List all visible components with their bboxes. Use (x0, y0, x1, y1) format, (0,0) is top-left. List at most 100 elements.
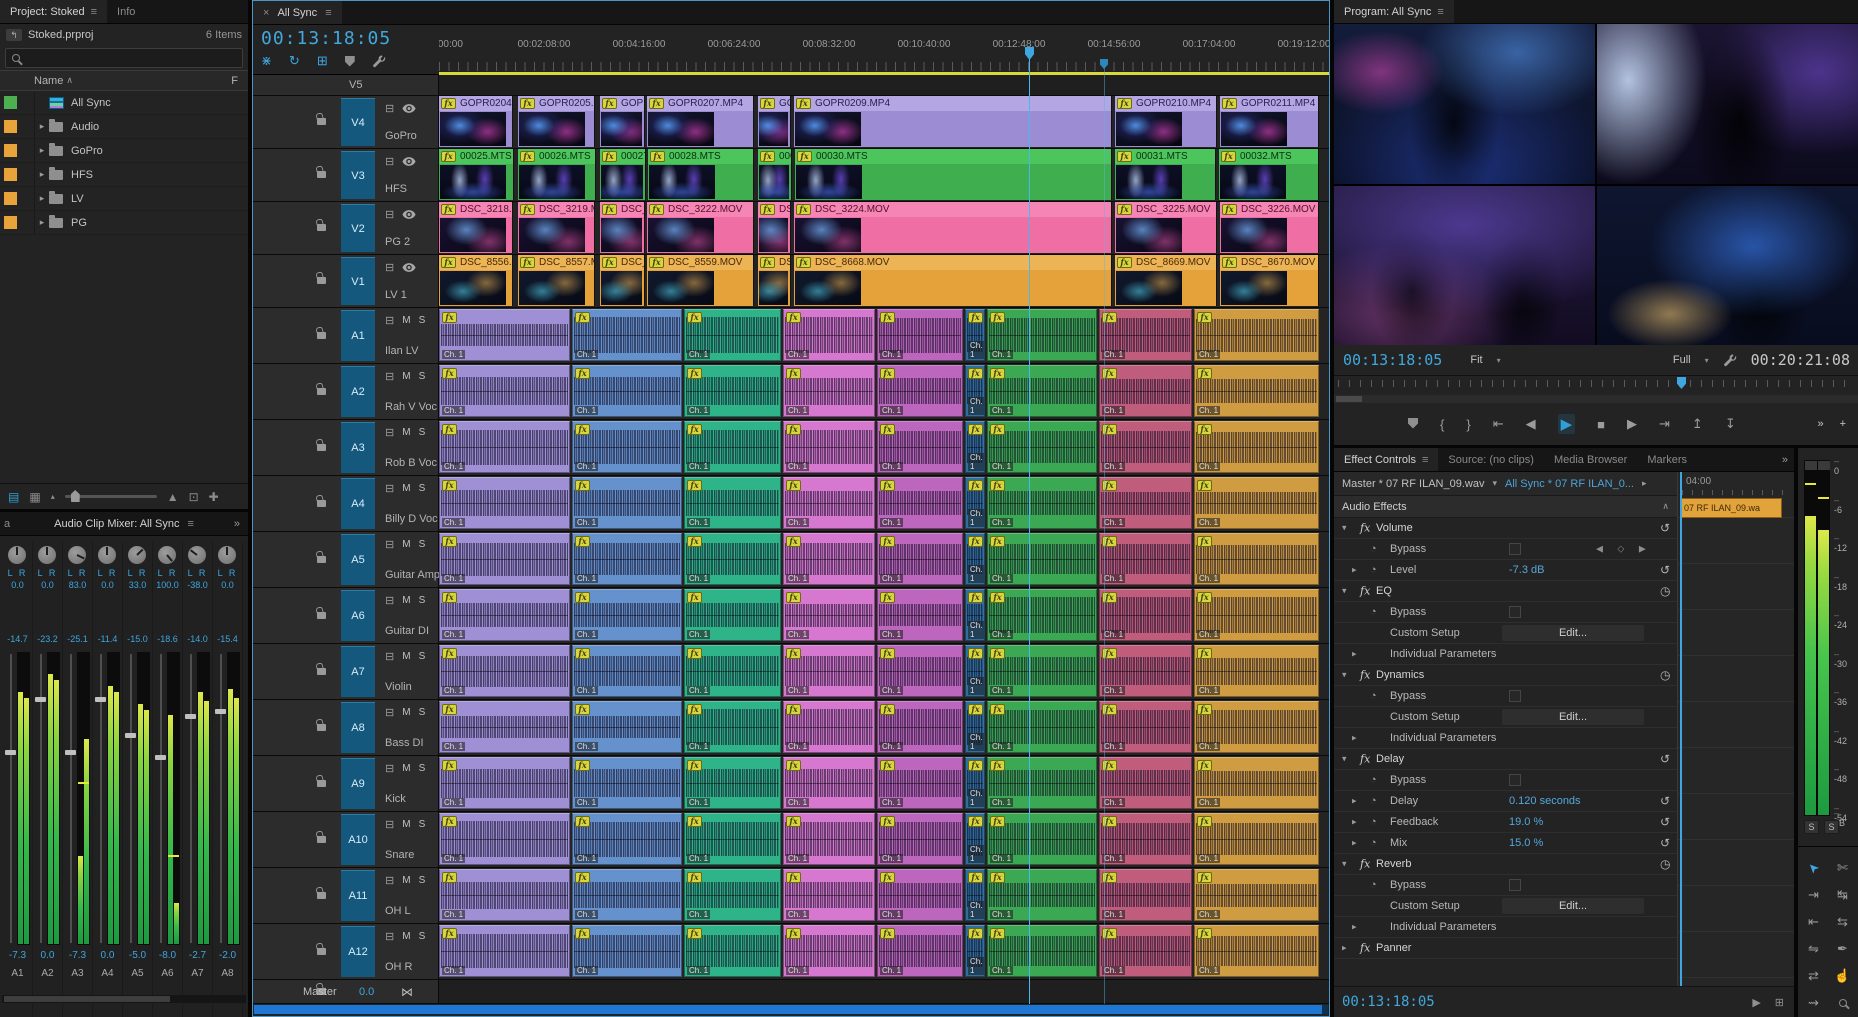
track-select-a8[interactable]: A8 (341, 702, 375, 753)
lock-icon[interactable] (317, 836, 326, 843)
fx-badge[interactable]: fx (990, 368, 1005, 379)
mute-button[interactable]: M (402, 483, 410, 494)
fx-badge[interactable]: fx (687, 480, 702, 491)
fx-badge[interactable]: fx (968, 312, 983, 323)
pan-value[interactable]: 0.0 (213, 580, 242, 590)
track-lane-a11[interactable]: fxCh. 1fxCh. 1fxCh. 1fxCh. 1fxCh. 1fxCh.… (439, 868, 1329, 923)
tab-media-browser[interactable]: Media Browser (1544, 448, 1637, 471)
audio-clip[interactable]: fxCh. 1 (439, 309, 570, 361)
lock-icon[interactable] (317, 171, 326, 178)
audio-clip[interactable]: fxCh. 1 (1099, 813, 1192, 865)
toggle-effect-icon[interactable]: ◷ (1660, 857, 1670, 871)
fx-badge[interactable]: fx (968, 424, 983, 435)
fx-badge[interactable]: fx (796, 204, 811, 215)
close-icon[interactable]: × (263, 7, 269, 19)
track-lane-a2[interactable]: fxCh. 1fxCh. 1fxCh. 1fxCh. 1fxCh. 1fxCh.… (439, 364, 1329, 419)
audio-clip[interactable]: fxCh. 1 (877, 701, 963, 753)
lock-icon[interactable] (317, 780, 326, 787)
clip[interactable]: fxDSC_8670.MOV (1220, 255, 1319, 306)
track-header-v1[interactable]: V1⊟LV 1 (253, 255, 439, 307)
chevron-right-icon[interactable]: ▸ (1642, 478, 1647, 489)
effect-row-bypass[interactable]: ◔Bypass◀ ◇ ▶ (1334, 539, 1677, 560)
clip[interactable]: fxGOPR0211.MP4 (1220, 96, 1319, 147)
audio-clip[interactable]: fxCh. 1 (1194, 533, 1319, 585)
fader-handle[interactable] (185, 714, 196, 719)
disclosure-triangle[interactable]: ▸ (35, 145, 49, 156)
audio-clip[interactable]: fxCh. 1 (987, 869, 1097, 921)
fx-badge[interactable]: fx (786, 760, 801, 771)
fx-badge[interactable]: fx (880, 424, 895, 435)
timeline-settings-wrench-icon[interactable] (372, 54, 386, 68)
audio-clip[interactable]: fxCh. 1 (439, 925, 570, 977)
param-value[interactable]: 0.120 seconds (1509, 795, 1581, 807)
audio-clip[interactable]: fxCh. 1 (1099, 365, 1192, 417)
label-swatch[interactable] (4, 192, 17, 205)
fx-badge[interactable]: fx (990, 424, 1005, 435)
fader-db-value[interactable]: -14.0 (183, 634, 212, 644)
fx-badge[interactable]: fx (1197, 872, 1212, 883)
slip-tool[interactable]: ⇋ (1802, 936, 1825, 961)
mark-out-button[interactable]: } (1466, 417, 1470, 432)
track-header-v3[interactable]: V3⊟HFS (253, 149, 439, 201)
effect-controls-timecode[interactable]: 00:13:18:05 (1342, 994, 1435, 1010)
audio-clip[interactable]: fxCh. 1 (965, 645, 985, 697)
audio-clip[interactable]: fxCh. 1 (1194, 925, 1319, 977)
tab-program[interactable]: Program: All Sync ≡ (1334, 0, 1454, 23)
edit-button[interactable]: Edit... (1502, 625, 1644, 641)
track-select-a11[interactable]: A11 (341, 870, 375, 921)
mute-button[interactable]: M (402, 427, 410, 438)
slide-tool[interactable]: ⇄ (1802, 963, 1825, 988)
timeline-ruler[interactable]: :00:0000:02:08:0000:04:16:0000:06:24:000… (439, 25, 1329, 75)
fx-badge[interactable]: fx (602, 151, 617, 162)
track-header-a2[interactable]: A2⊟MSRah V Voc (253, 364, 439, 419)
audio-clip[interactable]: fxCh. 1 (877, 365, 963, 417)
track-select-a2[interactable]: A2 (341, 366, 375, 417)
audio-clip[interactable]: fxCh. 1 (783, 757, 875, 809)
reset-param-icon[interactable]: ↺ (1660, 794, 1670, 808)
extract-button[interactable]: ↧ (1725, 416, 1736, 432)
audio-clip[interactable]: fxCh. 1 (783, 701, 875, 753)
fx-badge[interactable]: fx (880, 816, 895, 827)
audio-clip[interactable]: fxCh. 1 (1099, 701, 1192, 753)
toggle-track-output-icon[interactable] (402, 104, 416, 113)
audio-clip[interactable]: fxCh. 1 (987, 533, 1097, 585)
timeline-scrollbar-thumb[interactable] (254, 1005, 1322, 1014)
pan-value[interactable]: 0.0 (93, 580, 122, 590)
mixer-scrollbar-thumb[interactable] (4, 996, 170, 1002)
keyframe-options-icon[interactable]: ⊞ (1775, 996, 1784, 1009)
track-lane-v1[interactable]: fxDSC_8556.MOVfxDSC_8557.MOVfxDSC_8558.M… (439, 255, 1329, 307)
fx-badge[interactable]: fx (441, 257, 456, 268)
panel-menu-icon[interactable]: ≡ (91, 6, 97, 18)
effect-row-delay[interactable]: ▾fxDelay↺ (1334, 749, 1677, 770)
disclosure-triangle[interactable]: ▸ (35, 169, 49, 180)
track-header-a8[interactable]: A8⊟MSBass DI (253, 700, 439, 755)
audio-clip[interactable]: fxCh. 1 (1099, 869, 1192, 921)
audio-clip[interactable]: fxCh. 1 (572, 813, 682, 865)
track-lane-a7[interactable]: fxCh. 1fxCh. 1fxCh. 1fxCh. 1fxCh. 1fxCh.… (439, 644, 1329, 699)
tab-source-no-clips-[interactable]: Source: (no clips) (1438, 448, 1544, 471)
lock-icon[interactable] (317, 224, 326, 231)
fx-badge[interactable]: fx (760, 257, 775, 268)
effect-row-panner[interactable]: ▸fxPanner (1334, 938, 1677, 959)
program-settings-wrench-icon[interactable] (1723, 353, 1737, 367)
solo-button[interactable]: S (419, 427, 426, 438)
track-header-a9[interactable]: A9⊟MSKick (253, 756, 439, 811)
reset-effect-icon[interactable]: ↺ (1660, 521, 1670, 535)
audio-clip[interactable]: fxCh. 1 (1194, 645, 1319, 697)
audio-clip[interactable]: fxCh. 1 (572, 309, 682, 361)
fx-badge[interactable]: fx (990, 928, 1005, 939)
effect-row-bypass[interactable]: ◔Bypass (1334, 602, 1677, 623)
stopwatch-icon[interactable]: ◔ (1370, 837, 1377, 849)
fx-badge[interactable]: fx (1222, 257, 1237, 268)
track-select-a3[interactable]: A3 (341, 422, 375, 473)
mute-button[interactable]: M (402, 595, 410, 606)
fx-badge[interactable]: fx (1117, 151, 1132, 162)
source-patch-icon[interactable]: ⊟ (385, 594, 394, 607)
fx-badge[interactable]: fx (649, 257, 664, 268)
track-lane-a4[interactable]: fxCh. 1fxCh. 1fxCh. 1fxCh. 1fxCh. 1fxCh.… (439, 476, 1329, 531)
new-item-icon[interactable]: ✚ (209, 490, 219, 504)
fx-badge[interactable]: fx (441, 151, 456, 162)
fx-badge[interactable]: fx (575, 760, 590, 771)
source-patch-icon[interactable]: ⊟ (385, 650, 394, 663)
fx-badge[interactable]: fx (575, 312, 590, 323)
